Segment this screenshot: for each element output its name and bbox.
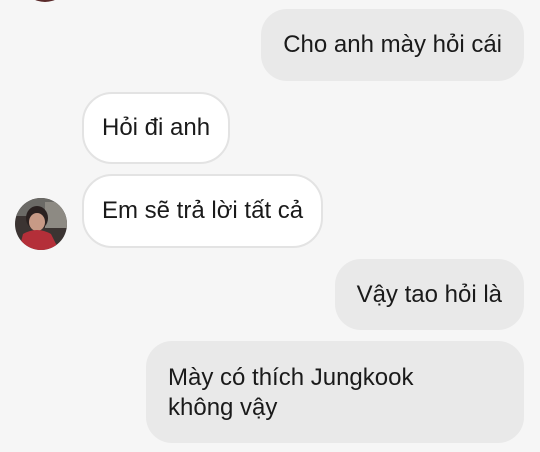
- outgoing-message[interactable]: Vậy tao hỏi là: [334, 259, 524, 330]
- message-text: Cho anh mày hỏi cái: [283, 31, 502, 58]
- chat-thread[interactable]: Cho anh mày hỏi cái Hỏi đi anh Em sẽ trả…: [0, 0, 540, 452]
- incoming-message[interactable]: Em sẽ trả lời tất cả: [82, 174, 324, 248]
- message-text: Em sẽ trả lời tất cả: [102, 197, 304, 224]
- contact-avatar[interactable]: [15, 198, 67, 250]
- message-text: Hỏi đi anh: [102, 114, 211, 141]
- contact-avatar-partial: [26, 0, 64, 2]
- incoming-message[interactable]: Hỏi đi anh: [82, 92, 231, 164]
- message-text: Vậy tao hỏi là: [356, 281, 502, 308]
- avatar-photo: [15, 198, 67, 250]
- message-text-line: Mày có thích Jungkook: [168, 364, 414, 391]
- outgoing-message[interactable]: Cho anh mày hỏi cái: [261, 9, 524, 81]
- outgoing-message[interactable]: Mày có thích Jungkook không vậy: [146, 341, 524, 443]
- message-text-line: không vậy: [168, 394, 278, 421]
